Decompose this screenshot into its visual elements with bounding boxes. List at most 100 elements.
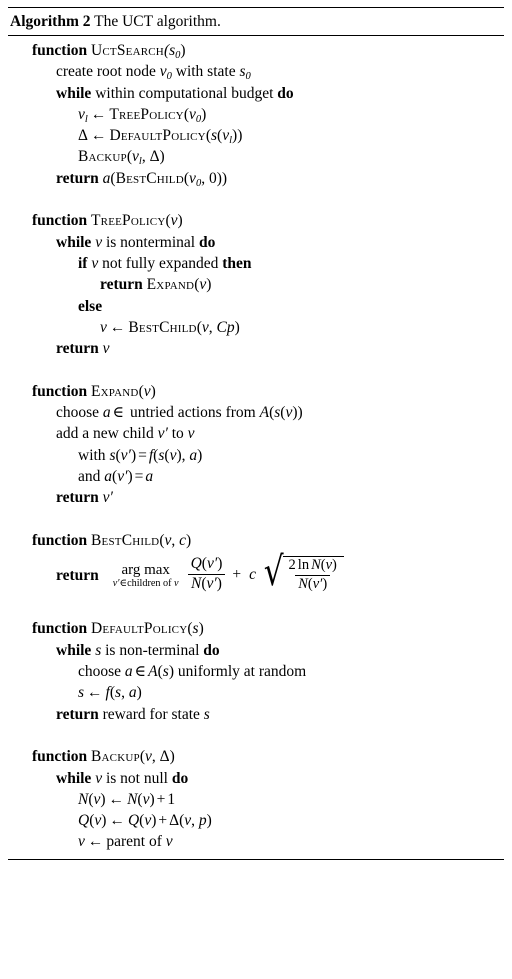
procname-expand: Expand — [146, 276, 195, 294]
var-a: a — [128, 684, 137, 702]
keyword-function: function — [32, 42, 88, 59]
line-create-root: create root node v0 with state s0 — [8, 61, 504, 82]
var-v-prime: v′ — [112, 577, 120, 589]
assign-arrow-icon: ← — [87, 684, 103, 702]
text-create-root: create root node — [56, 63, 160, 81]
text-to: to — [167, 425, 188, 443]
paren-close: ) — [206, 276, 212, 294]
procname-expand: Expand — [91, 382, 139, 400]
pseudocode-listing: function UctSearch(s0) create root node … — [8, 36, 504, 853]
line-vl-treepolicy: vl ← TreePolicy(v0) — [8, 104, 504, 125]
func-a: a — [104, 467, 113, 485]
keyword-function: function — [32, 382, 88, 400]
equals-sign: = — [134, 467, 144, 485]
line-s-assign-f: s ← f(s, a) — [8, 682, 504, 703]
line-update-value: Q(v) ← Q(v) + Δ(v, p) — [8, 810, 504, 831]
line-expand-header: function Expand(v) — [8, 381, 504, 402]
line-while-nonterminal: while v is nonterminal do — [8, 232, 504, 253]
assign-arrow-icon: ← — [90, 105, 107, 123]
radicand: 2 ln N(v) N(v′) — [282, 555, 344, 592]
line-backup-header: function Backup(v, Δ) — [8, 746, 504, 767]
paren-close: ) — [197, 446, 203, 464]
paren-close: ) — [149, 790, 155, 808]
symbol-delta: Δ — [169, 812, 180, 830]
symbol-delta: Δ — [78, 127, 88, 145]
procname-bestchild: BestChild — [115, 169, 184, 187]
paren-close: ) — [136, 684, 142, 702]
func-N: N — [127, 790, 138, 808]
paren-close: ) — [216, 574, 222, 592]
line-return-bestchild: return a(BestChild(v0, 0)) — [8, 168, 504, 189]
keyword-function: function — [32, 748, 88, 766]
var-v-prime: v′ — [117, 467, 128, 485]
var-v-prime: v′ — [312, 575, 323, 592]
text-with: with — [78, 446, 110, 464]
var-v-prime: v′ — [206, 574, 217, 592]
paren-close: )) — [232, 127, 243, 145]
paren-close: ) — [217, 554, 223, 572]
paren-close: ) — [186, 531, 192, 549]
procname-defaultpolicy: DefaultPolicy — [91, 620, 188, 638]
keyword-function: function — [32, 531, 88, 549]
line-add-child: add a new child v′ to v — [8, 423, 504, 444]
text-reward-for-state: reward for state — [102, 705, 204, 723]
var-p: p — [198, 812, 207, 830]
plus-sign: + — [158, 812, 168, 830]
var-v: v — [100, 318, 107, 336]
text-uniformly-at-random: uniformly at random — [174, 663, 307, 681]
var-a: a — [102, 404, 111, 422]
paren-close: ) — [159, 148, 165, 166]
var-v: v — [165, 833, 173, 851]
argmax-subscript: v′∈children of v — [112, 577, 179, 590]
var-v: v — [95, 233, 103, 251]
line-choose-untried: choose a ∈ untried actions from A(s(v)) — [8, 402, 504, 423]
procname-treepolicy: TreePolicy — [91, 212, 166, 230]
comma: , — [121, 684, 129, 702]
element-of-icon: ∈ — [134, 663, 147, 681]
line-while-budget: while within computational budget do — [8, 83, 504, 104]
keyword-return: return — [56, 340, 99, 358]
var-v-prime: v′ — [206, 554, 218, 572]
var-v: v — [174, 577, 179, 589]
keyword-do: do — [171, 769, 189, 787]
line-delta-defaultpolicy: Δ ← DefaultPolicy(s(vl)) — [8, 125, 504, 146]
text-add-child: add a new child — [56, 425, 158, 443]
fraction-q-over-n: Q(v′) N(v′) — [188, 554, 226, 592]
paren-close: ) — [177, 212, 183, 230]
keyword-if: if — [78, 254, 88, 272]
line-if-not-expanded: if v not fully expanded then — [8, 253, 504, 274]
element-of-icon: ∈ — [119, 577, 128, 589]
line-choose-uniform: choose a ∈ A(s) uniformly at random — [8, 661, 504, 682]
text-non-terminal: is non-terminal — [105, 641, 200, 659]
text-nonterminal: is nonterminal — [105, 233, 196, 251]
line-uctsearch-header: function UctSearch(s0) — [8, 40, 504, 61]
procname-defaultpolicy: DefaultPolicy — [109, 127, 206, 145]
var-v: v — [201, 318, 209, 336]
var-v: v — [95, 769, 103, 787]
keyword-function: function — [32, 212, 88, 230]
number-two: 2 — [288, 556, 296, 573]
text-untried-actions-from: untried actions from — [126, 404, 260, 422]
func-N: N — [191, 574, 202, 592]
paren-close: ) — [234, 318, 240, 336]
procname-treepolicy: TreePolicy — [109, 105, 184, 123]
keyword-return: return — [56, 705, 99, 723]
keyword-return: return — [56, 567, 99, 585]
element-of-icon: ∈ — [112, 404, 125, 422]
text-and: and — [78, 467, 105, 485]
var-v-prime: v′ — [157, 425, 168, 443]
comma: , — [141, 148, 150, 166]
keyword-while: while — [56, 84, 92, 102]
paren-close: ) — [332, 556, 337, 573]
func-N: N — [78, 790, 89, 808]
text-choose: choose — [78, 663, 125, 681]
coefficient-c: c — [249, 566, 257, 584]
equals-sign: = — [138, 446, 147, 464]
caption-number: 2 — [82, 13, 91, 30]
paren-close: ) — [201, 105, 207, 123]
var-a: a — [145, 467, 154, 485]
line-return-v-prime: return v′ — [8, 487, 504, 508]
line-v-bestchild: v ← BestChild(v, Cp) — [8, 317, 504, 338]
